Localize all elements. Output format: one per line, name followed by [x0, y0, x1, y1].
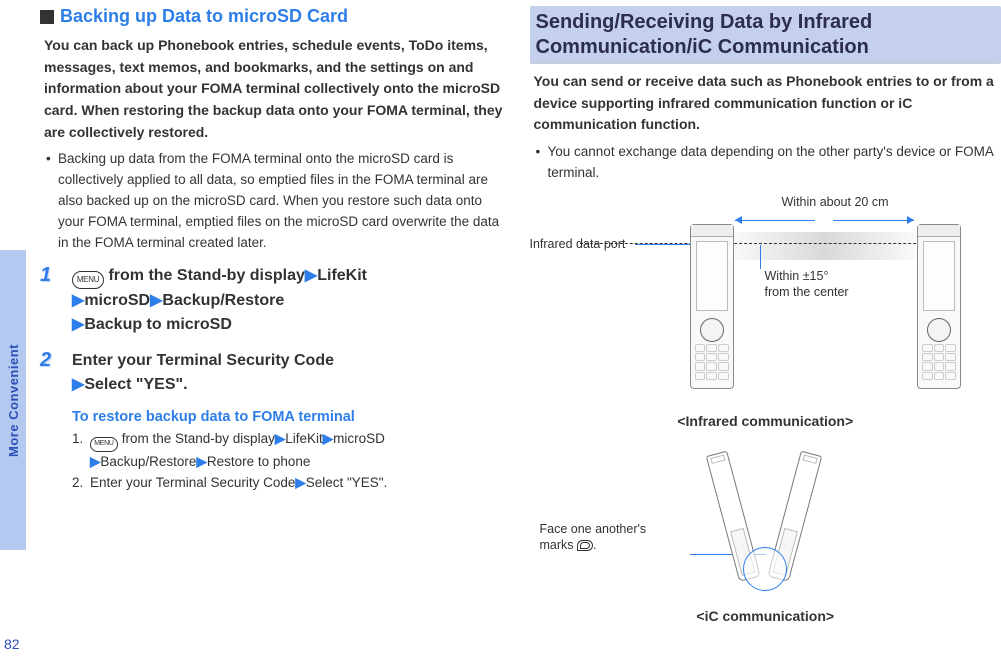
face-label-line2-prefix: marks	[540, 538, 578, 552]
substep-text: LifeKit	[285, 431, 323, 446]
face-label-line2-suffix: .	[593, 538, 596, 552]
bullet-list: • Backing up data from the FOMA terminal…	[46, 149, 508, 254]
bullet-text: Backing up data from the FOMA terminal o…	[58, 149, 508, 254]
port-label: Infrared data port	[530, 236, 626, 252]
step-body: MENU from the Stand-by display▶LifeKit ▶…	[72, 264, 508, 337]
arrow-icon: ▶	[305, 267, 317, 284]
column-right: Sending/Receiving Data by Infrared Commu…	[530, 0, 1001, 662]
pointer-line-icon	[760, 245, 761, 269]
angle-label-line2: from the center	[765, 285, 849, 299]
diagram-caption: <Infrared communication>	[530, 413, 1001, 429]
step-text: LifeKit	[317, 267, 367, 284]
bullet-item: • You cannot exchange data depending on …	[536, 142, 998, 184]
angle-label: Within ±15° from the center	[765, 268, 849, 301]
substep-text: Select "YES".	[306, 475, 388, 490]
diagram-caption: <iC communication>	[530, 608, 1001, 624]
substep-text: Enter your Terminal Security Code	[90, 475, 295, 490]
pointer-line-icon	[635, 244, 693, 245]
face-label: Face one another's marks .	[540, 521, 690, 554]
step-number: 1	[40, 264, 66, 290]
step-text: microSD	[84, 292, 150, 309]
substep-body: Enter your Terminal Security Code▶Select…	[90, 473, 508, 494]
section-heading-text: Sending/Receiving Data by Infrared Commu…	[536, 10, 996, 60]
infrared-diagram: Within about 20 cm Infrared data port Wi…	[530, 194, 1001, 429]
ic-diagram: Face one another's marks . <iC communica…	[530, 439, 1001, 624]
substep-number: 1.	[72, 429, 90, 473]
substep-text: Restore to phone	[207, 454, 311, 469]
arrow-icon: ▶	[72, 376, 84, 393]
restore-note-title: To restore backup data to FOMA terminal	[72, 409, 512, 425]
step-number: 2	[40, 349, 66, 375]
arrow-icon: ▶	[323, 431, 333, 446]
face-label-line1: Face one another's	[540, 522, 647, 536]
section-heading: Sending/Receiving Data by Infrared Commu…	[530, 6, 1001, 63]
restore-step-1: 1. MENU from the Stand-by display▶LifeKi…	[72, 429, 508, 473]
angle-label-line1: Within ±15°	[765, 269, 829, 283]
bullet-dot-icon: •	[46, 149, 58, 254]
arrow-icon: ▶	[295, 475, 305, 490]
phone-icon	[917, 224, 961, 389]
arrow-icon: ▶	[90, 454, 100, 469]
intro-paragraph: You can back up Phonebook entries, sched…	[44, 35, 508, 143]
arrow-icon: ▶	[72, 316, 84, 333]
restore-steps: 1. MENU from the Stand-by display▶LifeKi…	[72, 429, 508, 494]
sub-heading-text: Backing up Data to microSD Card	[60, 6, 348, 27]
felica-mark-icon	[577, 540, 593, 551]
step-text: Backup to microSD	[84, 316, 232, 333]
substep-text: from the Stand-by display	[118, 431, 275, 446]
distance-label: Within about 20 cm	[782, 194, 889, 210]
side-tab: More Convenient	[0, 250, 26, 550]
step-2: 2 Enter your Terminal Security Code ▶Sel…	[40, 349, 508, 397]
step-text: Backup/Restore	[162, 292, 284, 309]
menu-key-icon: MENU	[90, 437, 118, 452]
arrow-icon: ▶	[150, 292, 162, 309]
felica-circle-icon	[743, 547, 787, 591]
bullet-text: You cannot exchange data depending on th…	[548, 142, 998, 184]
page-number: 82	[4, 636, 20, 652]
menu-key-icon: MENU	[72, 271, 104, 289]
substep-body: MENU from the Stand-by display▶LifeKit▶m…	[90, 429, 508, 473]
intro-paragraph: You can send or receive data such as Pho…	[534, 71, 998, 136]
phone-icon	[690, 224, 734, 389]
bullet-list: • You cannot exchange data depending on …	[536, 142, 998, 184]
ic-center-icon	[705, 449, 825, 599]
step-text: Enter your Terminal Security Code	[72, 352, 334, 369]
step-text: from the Stand-by display	[104, 267, 305, 284]
bullet-dot-icon: •	[536, 142, 548, 184]
substep-text: microSD	[333, 431, 385, 446]
bullet-item: • Backing up data from the FOMA terminal…	[46, 149, 508, 254]
sub-heading: Backing up Data to microSD Card	[40, 6, 512, 27]
arrow-icon: ▶	[196, 454, 206, 469]
restore-step-2: 2. Enter your Terminal Security Code▶Sel…	[72, 473, 508, 494]
arrow-icon: ▶	[72, 292, 84, 309]
step-text: Select "YES".	[84, 376, 187, 393]
square-icon	[40, 10, 54, 24]
page-content: Backing up Data to microSD Card You can …	[40, 0, 1001, 662]
side-tab-label: More Convenient	[6, 344, 21, 457]
step-body: Enter your Terminal Security Code ▶Selec…	[72, 349, 508, 397]
step-1: 1 MENU from the Stand-by display▶LifeKit…	[40, 264, 508, 337]
substep-text: Backup/Restore	[100, 454, 196, 469]
distance-arrow-icon	[735, 214, 915, 226]
column-left: Backing up Data to microSD Card You can …	[40, 0, 512, 662]
arrow-icon: ▶	[275, 431, 285, 446]
substep-number: 2.	[72, 473, 90, 494]
